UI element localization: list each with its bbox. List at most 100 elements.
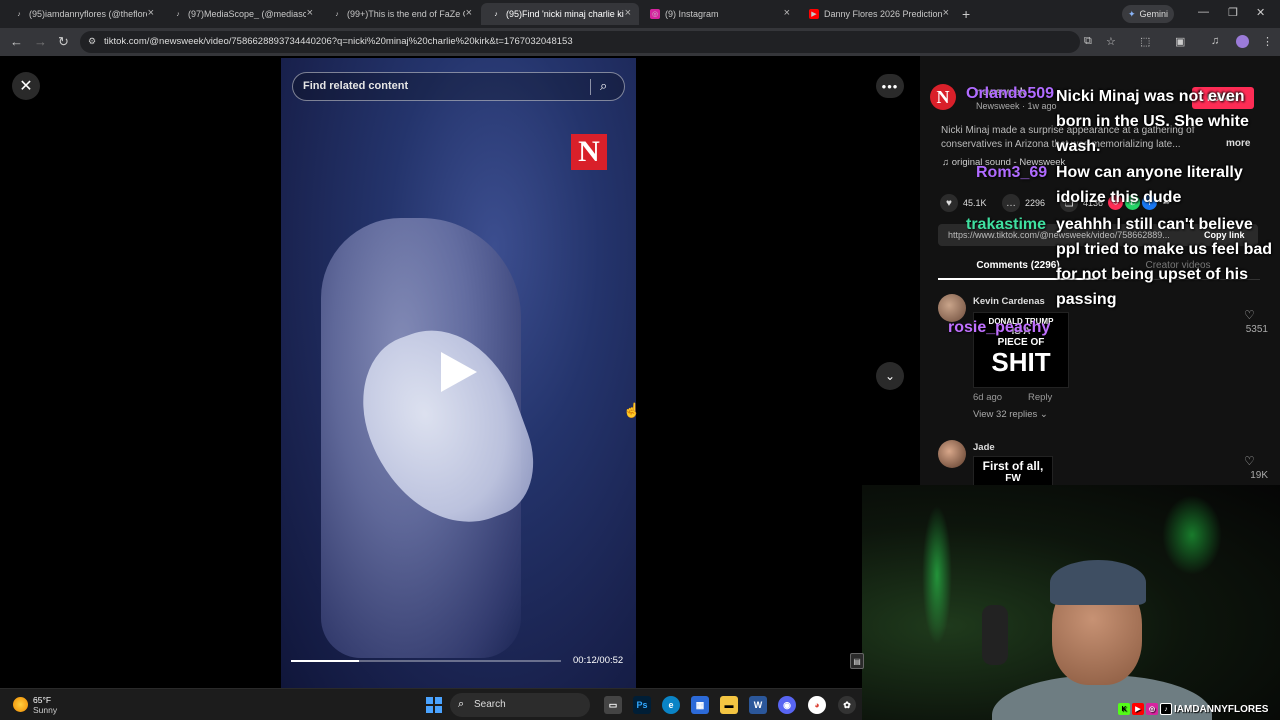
weather-condition[interactable]: Sunny: [33, 705, 57, 715]
view-replies-button[interactable]: View 32 replies ⌄: [973, 409, 1048, 420]
maximize-icon[interactable]: ❐: [1228, 6, 1238, 19]
clipboard-icon: ▤: [850, 653, 864, 669]
taskbar-search[interactable]: ⌕ Search: [450, 693, 590, 717]
reload-icon[interactable]: ↻: [58, 34, 69, 50]
kick-icon: K: [1118, 703, 1130, 715]
windows-taskbar: 65°F Sunny ⌕ Search ▭ Ps e ▦ ▬ W ◉ ◕ ✿: [0, 688, 862, 720]
commenter-avatar[interactable]: [938, 440, 966, 468]
photoshop-icon[interactable]: Ps: [633, 696, 651, 714]
site-info-icon[interactable]: ⚙: [88, 36, 96, 47]
browser-toolbar: ← → ↻ ⚙ tiktok.com/@newsweek/video/75866…: [0, 28, 1280, 56]
webcam-green-light: [1162, 495, 1222, 575]
chevron-down-icon: ⌄: [884, 369, 896, 383]
bookmark-star-icon[interactable]: ☆: [1106, 35, 1116, 48]
close-tab-icon[interactable]: ×: [307, 7, 313, 19]
close-tab-icon[interactable]: ×: [466, 7, 472, 19]
minimize-icon[interactable]: —: [1198, 6, 1209, 18]
instagram-icon: ◎: [1146, 703, 1158, 715]
edge-icon[interactable]: e: [662, 696, 680, 714]
next-video-button[interactable]: ⌄: [876, 362, 904, 390]
file-explorer-icon[interactable]: ▬: [720, 696, 738, 714]
windows-start-icon[interactable]: [426, 697, 442, 713]
more-options-button[interactable]: •••: [876, 74, 904, 98]
close-icon: ✕: [19, 78, 33, 95]
close-tab-icon[interactable]: ×: [625, 7, 631, 19]
reply-button[interactable]: Reply: [1028, 392, 1052, 403]
browser-tab[interactable]: ♪(99+)This is the end of FaZe Cla...×: [322, 3, 480, 25]
streamer-webcam: K ▶ ◎ ♪ IAMDANNYFLORES: [862, 485, 1280, 720]
video-player[interactable]: Find related content ⌕ N 00:12/00:52: [281, 58, 636, 688]
video-time: 00:12/00:52: [573, 655, 624, 666]
browser-tab[interactable]: ▶Danny Flores 2026 Predictions ...×: [799, 3, 957, 25]
browser-tab-bar: ♪(95)iamdannyflores (@theflores...× ♪(97…: [0, 0, 1280, 28]
commenter-name[interactable]: Kevin Cardenas: [973, 296, 1045, 307]
address-bar[interactable]: ⚙ tiktok.com/@newsweek/video/75866288937…: [80, 31, 1080, 53]
commenter-avatar[interactable]: [938, 294, 966, 322]
tiktok-icon: ♪: [176, 10, 180, 18]
comment-likes: 5351: [1245, 324, 1268, 335]
browser-tab[interactable]: ◎ (9) Instagram ×: [640, 3, 798, 25]
store-icon[interactable]: ▦: [691, 696, 709, 714]
search-divider: [590, 79, 591, 95]
task-view-icon[interactable]: ▭: [604, 696, 622, 714]
tiktok-icon: ♪: [17, 10, 21, 18]
comment-meme-image[interactable]: First of all, FW: [973, 456, 1053, 486]
search-icon: ⌕: [458, 698, 465, 710]
back-icon[interactable]: ←: [10, 34, 23, 49]
youtube-icon: ▶: [1132, 703, 1144, 715]
weather-temp[interactable]: 65°F: [33, 695, 51, 705]
related-search-input[interactable]: Find related content ⌕: [292, 72, 625, 101]
mouse-cursor-icon: ☝: [623, 402, 641, 418]
forward-icon[interactable]: →: [34, 34, 47, 49]
gemini-icon: ✦: [1127, 8, 1136, 19]
comment-stat[interactable]: … 2296: [1002, 194, 1045, 212]
close-tab-icon[interactable]: ×: [943, 7, 949, 19]
chat-message: yeahhh I still can't believe ppl tried t…: [1056, 216, 1273, 308]
comment-icon: …: [1002, 194, 1020, 212]
close-tab-icon[interactable]: ×: [148, 7, 154, 19]
media-controls-icon[interactable]: ♫: [1211, 35, 1219, 47]
tiktok-icon: ♪: [494, 10, 498, 18]
video-progress-bar[interactable]: [291, 660, 561, 662]
chrome-icon[interactable]: ◕: [808, 696, 826, 714]
play-icon[interactable]: [441, 352, 477, 392]
webcam-microphone: [982, 605, 1008, 665]
sunny-weather-icon[interactable]: [13, 697, 28, 712]
comment-item: Kevin Cardenas DONALD TRUMP IS A PIECE O…: [938, 294, 1268, 434]
comment-heart-icon[interactable]: ♡: [1244, 454, 1255, 468]
webcam-person-cap: [1050, 560, 1146, 605]
browser-tab[interactable]: ♪(97)MediaScope_ (@mediascop...×: [163, 3, 321, 25]
chat-username: Orlando509: [966, 85, 1055, 102]
discord-icon[interactable]: ◉: [778, 696, 796, 714]
profile-avatar[interactable]: [1236, 35, 1249, 48]
comment-age: 6d ago: [973, 392, 1003, 403]
close-video-button[interactable]: ✕: [12, 72, 40, 100]
word-icon[interactable]: W: [749, 696, 767, 714]
tiktok-icon: ♪: [1160, 703, 1172, 715]
chat-username: rosie_peachy: [948, 319, 1051, 336]
browser-tab-active[interactable]: ♪(95)Find 'nicki minaj charlie kirk'...×: [481, 3, 639, 25]
author-avatar[interactable]: N: [930, 84, 956, 110]
search-icon[interactable]: ⌕: [600, 78, 607, 94]
comment-likes: 19K: [1250, 470, 1268, 481]
side-panel-icon[interactable]: ▣: [1175, 35, 1185, 48]
close-tab-icon[interactable]: ×: [784, 7, 790, 19]
youtube-icon: ▶: [809, 9, 819, 19]
chat-message: Nicki Minaj was not even born in the US.…: [1056, 88, 1249, 155]
window-close-icon[interactable]: ✕: [1256, 6, 1265, 19]
instagram-icon: ◎: [650, 9, 660, 19]
video-progress-fill: [291, 660, 359, 662]
extensions-icon[interactable]: ⬚: [1140, 35, 1150, 48]
like-stat[interactable]: ♥ 45.1K: [940, 194, 987, 212]
heart-icon: ♥: [940, 194, 958, 212]
newsweek-logo: N: [571, 134, 607, 170]
comment-item: Jade First of all, FW ♡ 19K: [938, 440, 1268, 486]
new-tab-button[interactable]: +: [962, 6, 970, 22]
gemini-button[interactable]: ✦ Gemini: [1122, 5, 1174, 23]
browser-tab[interactable]: ♪(95)iamdannyflores (@theflores...×: [4, 3, 162, 25]
browser-menu-icon[interactable]: ⋮: [1262, 35, 1273, 48]
streamer-handle: IAMDANNYFLORES: [1174, 703, 1269, 715]
app-icon[interactable]: ✿: [838, 696, 856, 714]
commenter-name[interactable]: Jade: [973, 442, 995, 453]
install-app-icon[interactable]: ⧉: [1084, 35, 1092, 48]
